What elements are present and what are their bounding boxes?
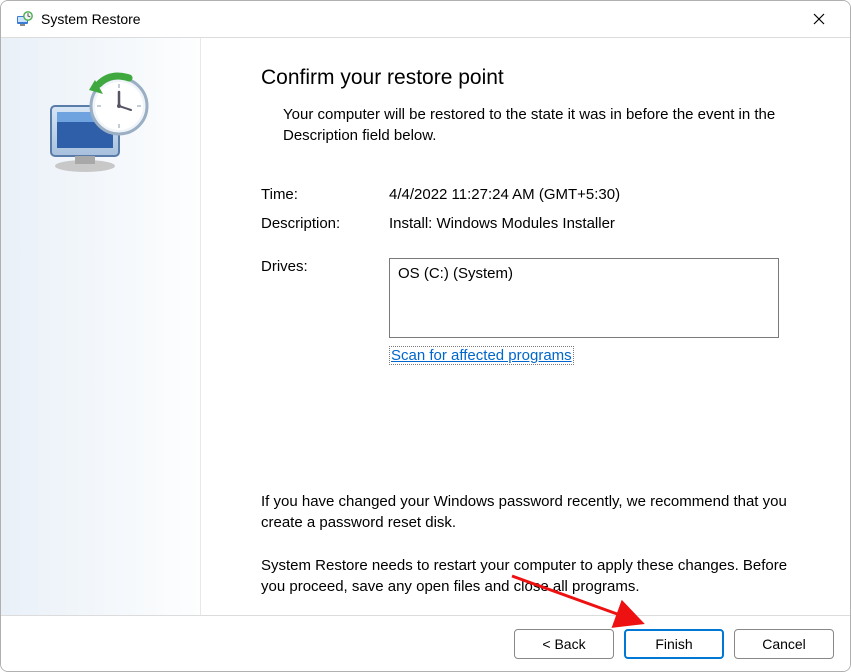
footer: < Back Finish Cancel [1, 615, 850, 671]
content-panel: Confirm your restore point Your computer… [201, 38, 850, 615]
drives-row: Drives: OS (C:) (System) Scan for affect… [261, 258, 810, 365]
dialog-body: Confirm your restore point Your computer… [1, 37, 850, 615]
time-row: Time: 4/4/2022 11:27:24 AM (GMT+5:30) [261, 186, 810, 203]
page-subtitle: Your computer will be restored to the st… [283, 104, 783, 146]
close-button[interactable] [796, 3, 842, 35]
drives-container: OS (C:) (System) Scan for affected progr… [389, 258, 779, 365]
cancel-button[interactable]: Cancel [734, 629, 834, 659]
system-restore-icon [41, 66, 161, 186]
description-label: Description: [261, 215, 389, 232]
drives-listbox[interactable]: OS (C:) (System) [389, 258, 779, 338]
time-value: 4/4/2022 11:27:24 AM (GMT+5:30) [389, 186, 810, 203]
description-value: Install: Windows Modules Installer [389, 215, 810, 232]
side-panel [1, 38, 201, 615]
description-row: Description: Install: Windows Modules In… [261, 215, 810, 232]
drives-label: Drives: [261, 258, 389, 275]
back-button[interactable]: < Back [514, 629, 614, 659]
password-warning-text: If you have changed your Windows passwor… [261, 491, 810, 533]
restart-warning-text: System Restore needs to restart your com… [261, 555, 810, 597]
app-icon [15, 10, 33, 28]
scan-affected-programs-link[interactable]: Scan for affected programs [389, 346, 574, 365]
titlebar: System Restore [1, 1, 850, 37]
time-label: Time: [261, 186, 389, 203]
window-title: System Restore [41, 11, 141, 27]
drives-item[interactable]: OS (C:) (System) [398, 265, 513, 282]
warning-area: If you have changed your Windows passwor… [261, 491, 810, 597]
close-icon [813, 13, 825, 25]
finish-button[interactable]: Finish [624, 629, 724, 659]
page-heading: Confirm your restore point [261, 66, 810, 90]
system-restore-window: System Restore [0, 0, 851, 672]
